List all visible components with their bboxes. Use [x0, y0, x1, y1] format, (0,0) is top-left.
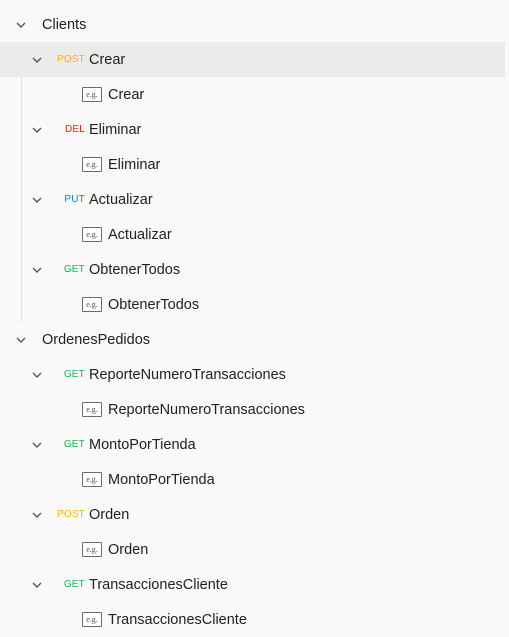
request-label: Eliminar [89, 121, 142, 138]
request-transaccionescliente[interactable]: GET TransaccionesCliente [0, 567, 505, 602]
request-actualizar[interactable]: PUT Actualizar [0, 182, 505, 217]
example-label: ReporteNumeroTransacciones [108, 401, 305, 418]
request-label: ReporteNumeroTransacciones [89, 366, 286, 383]
folder-label: OrdenesPedidos [42, 331, 151, 348]
example-eliminar[interactable]: e.g. Eliminar [0, 147, 505, 182]
method-badge: PUT [64, 194, 85, 205]
folder-clients[interactable]: Clients [0, 7, 505, 42]
example-label: Actualizar [108, 226, 172, 243]
chevron-down-icon[interactable] [31, 579, 43, 591]
folder-label: Clients [42, 16, 87, 33]
request-label: MontoPorTienda [89, 436, 196, 453]
chevron-down-icon[interactable] [31, 194, 43, 206]
example-icon: e.g. [82, 157, 102, 172]
example-montoportienda[interactable]: e.g. MontoPorTienda [0, 462, 505, 497]
collection-tree: Clients POST Crear e.g. Crear DEL Elimin… [0, 7, 505, 637]
method-badge: GET [63, 579, 85, 590]
chevron-down-icon[interactable] [31, 509, 43, 521]
chevron-down-icon[interactable] [31, 264, 43, 276]
example-icon: e.g. [82, 542, 102, 557]
example-label: Crear [108, 86, 145, 103]
request-crear[interactable]: POST Crear [0, 42, 505, 77]
method-badge: GET [63, 264, 85, 275]
example-label: Eliminar [108, 156, 161, 173]
request-label: Actualizar [89, 191, 153, 208]
example-icon: e.g. [82, 612, 102, 627]
example-obtenertodos[interactable]: e.g. ObtenerTodos [0, 287, 505, 322]
example-label: Orden [108, 541, 149, 558]
method-badge: POST [56, 54, 85, 65]
folder-ordenespedidos[interactable]: OrdenesPedidos [0, 322, 505, 357]
example-icon: e.g. [82, 472, 102, 487]
chevron-down-icon[interactable] [15, 19, 27, 31]
request-label: Crear [89, 51, 126, 68]
chevron-down-icon[interactable] [31, 439, 43, 451]
example-icon: e.g. [82, 402, 102, 417]
example-label: TransaccionesCliente [108, 611, 247, 628]
chevron-down-icon[interactable] [31, 124, 43, 136]
method-badge: DEL [64, 124, 85, 135]
method-badge: POST [56, 509, 85, 520]
request-label: ObtenerTodos [89, 261, 181, 278]
request-orden[interactable]: POST Orden [0, 497, 505, 532]
example-orden[interactable]: e.g. Orden [0, 532, 505, 567]
request-eliminar[interactable]: DEL Eliminar [0, 112, 505, 147]
example-icon: e.g. [82, 87, 102, 102]
example-reportenumerotransacciones[interactable]: e.g. ReporteNumeroTransacciones [0, 392, 505, 427]
example-transaccionescliente[interactable]: e.g. TransaccionesCliente [0, 602, 505, 637]
request-obtenertodos[interactable]: GET ObtenerTodos [0, 252, 505, 287]
chevron-down-icon[interactable] [15, 334, 27, 346]
method-badge: GET [63, 439, 85, 450]
chevron-down-icon[interactable] [31, 54, 43, 66]
example-label: ObtenerTodos [108, 296, 200, 313]
example-actualizar[interactable]: e.g. Actualizar [0, 217, 505, 252]
request-label: Orden [89, 506, 130, 523]
method-badge: GET [63, 369, 85, 380]
chevron-down-icon[interactable] [31, 369, 43, 381]
example-crear[interactable]: e.g. Crear [0, 77, 505, 112]
request-reportenumerotransacciones[interactable]: GET ReporteNumeroTransacciones [0, 357, 505, 392]
example-icon: e.g. [82, 227, 102, 242]
example-icon: e.g. [82, 297, 102, 312]
example-label: MontoPorTienda [108, 471, 215, 488]
request-label: TransaccionesCliente [89, 576, 228, 593]
request-montoportienda[interactable]: GET MontoPorTienda [0, 427, 505, 462]
